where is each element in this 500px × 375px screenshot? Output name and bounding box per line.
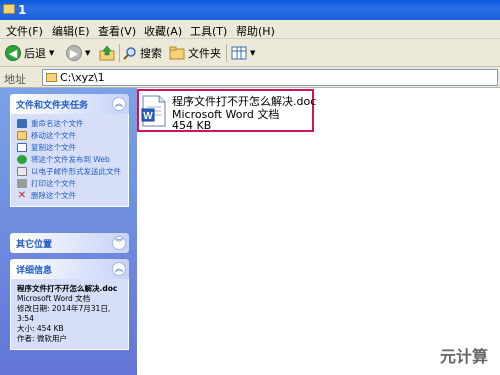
toolbar-separator bbox=[119, 44, 120, 62]
task-print[interactable]: 打印这个文件 bbox=[17, 179, 123, 188]
task-move[interactable]: 移动这个文件 bbox=[17, 131, 123, 140]
dropdown-arrow-icon[interactable]: ▼ bbox=[250, 49, 255, 57]
other-places-header[interactable]: 其它位置 ︾ bbox=[10, 233, 129, 253]
back-label: 后退 bbox=[24, 47, 46, 60]
toolbar-separator bbox=[226, 44, 227, 62]
globe-icon bbox=[17, 155, 27, 164]
task-label: 删除这个文件 bbox=[31, 191, 76, 200]
details-file-name: 程序文件打不开怎么解决.doc bbox=[17, 284, 118, 293]
file-item-doc[interactable]: W 程序文件打不开怎么解决.doc Microsoft Word 文档 454 … bbox=[137, 89, 316, 132]
details-title: 详细信息 bbox=[16, 266, 53, 276]
task-label: 以电子邮件形式发送此文件 bbox=[31, 167, 121, 176]
back-arrow-icon: ◀ bbox=[5, 45, 21, 61]
menu-bar: 文件(F) 编辑(E) 查看(V) 收藏(A) 工具(T) 帮助(H) bbox=[0, 20, 500, 39]
details-panel: 详细信息 ︽ 程序文件打不开怎么解决.doc Microsoft Word 文档… bbox=[10, 259, 129, 350]
task-label: 移动这个文件 bbox=[31, 131, 76, 140]
title-bar[interactable]: 1 bbox=[0, 0, 500, 20]
menu-tools[interactable]: 工具(T) bbox=[190, 23, 227, 39]
menu-favorites[interactable]: 收藏(A) bbox=[144, 23, 182, 39]
search-icon bbox=[123, 47, 136, 60]
up-folder-icon bbox=[99, 45, 115, 61]
views-grid-icon bbox=[231, 46, 247, 60]
task-email[interactable]: 以电子邮件形式发送此文件 bbox=[17, 167, 123, 176]
folder-icon bbox=[3, 4, 15, 14]
task-label: 打印这个文件 bbox=[31, 179, 76, 188]
menu-help[interactable]: 帮助(H) bbox=[236, 23, 275, 39]
printer-icon bbox=[17, 179, 27, 188]
task-label: 重命名这个文件 bbox=[31, 119, 84, 128]
search-button[interactable]: 搜索 bbox=[123, 44, 162, 62]
task-delete[interactable]: ✕ 删除这个文件 bbox=[17, 190, 123, 201]
dropdown-arrow-icon[interactable]: ▼ bbox=[49, 49, 54, 57]
search-label: 搜索 bbox=[140, 47, 162, 60]
copy-icon bbox=[17, 143, 27, 152]
folders-label: 文件夹 bbox=[188, 47, 221, 60]
other-places-panel: 其它位置 ︾ bbox=[10, 233, 129, 253]
details-author: 作者: 微软用户 bbox=[17, 334, 67, 343]
address-path: C:\xyz\1 bbox=[60, 71, 105, 84]
menu-view[interactable]: 查看(V) bbox=[98, 23, 136, 39]
window-title: 1 bbox=[18, 3, 27, 17]
watermark-text: 元计算 bbox=[440, 347, 489, 366]
up-folder-button[interactable] bbox=[99, 44, 115, 62]
task-label: 将这个文件发布到 Web bbox=[31, 155, 110, 164]
toolbar: ◀ 后退 ▼ ▶ ▼ 搜索 文件夹 ▼ bbox=[0, 39, 500, 67]
collapse-chevron-icon[interactable]: ︽ bbox=[112, 262, 126, 276]
delete-x-icon: ✕ bbox=[17, 190, 27, 201]
folder-icon bbox=[46, 73, 57, 82]
details-header[interactable]: 详细信息 ︽ bbox=[10, 259, 129, 279]
folders-button[interactable]: 文件夹 bbox=[169, 44, 221, 62]
task-copy[interactable]: 复制这个文件 bbox=[17, 143, 123, 152]
address-bar: 地址 C:\xyz\1 bbox=[0, 67, 500, 88]
word-document-icon: W bbox=[141, 95, 166, 127]
details-body: 程序文件打不开怎么解决.doc Microsoft Word 文档 修改日期: … bbox=[10, 279, 129, 350]
task-publish-web[interactable]: 将这个文件发布到 Web bbox=[17, 155, 123, 164]
rename-icon bbox=[17, 119, 27, 128]
email-icon bbox=[17, 167, 27, 176]
file-tasks-panel: 文件和文件夹任务 ︽ 重命名这个文件 移动这个文件 复制这个文件 将这个文件发布… bbox=[10, 94, 129, 207]
file-tasks-header[interactable]: 文件和文件夹任务 ︽ bbox=[10, 94, 129, 114]
collapse-chevron-icon[interactable]: ︽ bbox=[112, 97, 126, 111]
task-pane: 文件和文件夹任务 ︽ 重命名这个文件 移动这个文件 复制这个文件 将这个文件发布… bbox=[0, 88, 137, 375]
task-rename[interactable]: 重命名这个文件 bbox=[17, 119, 123, 128]
file-size: 454 KB bbox=[172, 119, 212, 132]
move-icon bbox=[17, 131, 27, 140]
address-input[interactable]: C:\xyz\1 bbox=[42, 69, 498, 86]
svg-text:W: W bbox=[143, 111, 153, 122]
details-size: 大小: 454 KB bbox=[17, 324, 64, 333]
file-list-area[interactable]: W 程序文件打不开怎么解决.doc Microsoft Word 文档 454 … bbox=[137, 88, 500, 375]
file-tasks-body: 重命名这个文件 移动这个文件 复制这个文件 将这个文件发布到 Web 以电子邮件… bbox=[10, 114, 129, 207]
back-button[interactable]: ◀ 后退 ▼ bbox=[5, 44, 54, 62]
details-modified: 修改日期: 2014年7月31日, 3:54 bbox=[17, 304, 111, 323]
folders-icon bbox=[169, 46, 185, 60]
menu-edit[interactable]: 编辑(E) bbox=[52, 23, 90, 39]
details-file-type: Microsoft Word 文档 bbox=[17, 294, 91, 303]
forward-button[interactable]: ▶ ▼ bbox=[66, 44, 90, 62]
menu-file[interactable]: 文件(F) bbox=[6, 23, 43, 39]
forward-arrow-icon: ▶ bbox=[66, 45, 82, 61]
views-button[interactable]: ▼ bbox=[231, 44, 255, 62]
file-tasks-title: 文件和文件夹任务 bbox=[16, 101, 89, 111]
dropdown-arrow-icon[interactable]: ▼ bbox=[85, 49, 90, 57]
task-label: 复制这个文件 bbox=[31, 143, 76, 152]
address-label: 地址 bbox=[4, 73, 26, 86]
other-places-title: 其它位置 bbox=[16, 240, 53, 250]
expand-chevron-icon[interactable]: ︾ bbox=[112, 236, 126, 250]
